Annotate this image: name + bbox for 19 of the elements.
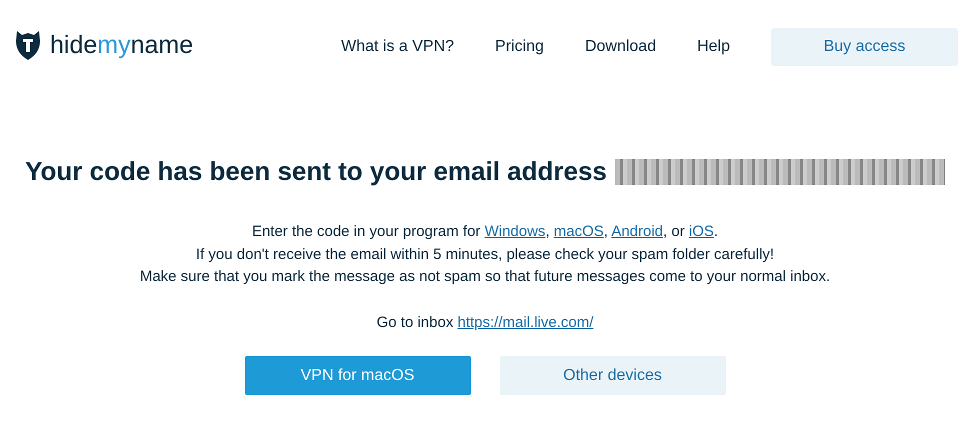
platform-link[interactable]: Android	[611, 223, 664, 240]
platform-link[interactable]: macOS	[554, 223, 604, 240]
instruction-text: Make sure that you mark the message as not spam so that future messages come to your normal inbox.	[140, 267, 830, 287]
nav-link[interactable]: What is a VPN?	[341, 38, 454, 56]
page-heading: Your code has been sent to your email address	[25, 156, 607, 187]
nav-link[interactable]: Download	[584, 38, 656, 56]
nav-link[interactable]: Help	[697, 38, 730, 56]
nav-link[interactable]: Pricing	[495, 38, 544, 56]
logo[interactable]: hidemyname	[14, 29, 194, 61]
other-devices-button[interactable]: Other devices	[500, 356, 726, 395]
inbox-text: Go to inbox https://mail.live.com/	[376, 312, 594, 332]
platform-link[interactable]: Windows	[484, 223, 546, 240]
platform-link[interactable]: iOS	[688, 223, 714, 240]
instruction-text: If you don't receive the email within 5 minutes, please check your spam folder carefully!	[196, 244, 774, 264]
buy-access-button[interactable]: Buy access	[771, 28, 958, 66]
download-button[interactable]: VPN for macOS	[244, 356, 470, 395]
instruction-text: Enter the code in your program for Windows, macOS, Android, or iOS.	[252, 222, 718, 242]
inbox-link[interactable]: https://mail.live.com/	[458, 314, 594, 330]
shield-logo-icon	[14, 29, 42, 61]
